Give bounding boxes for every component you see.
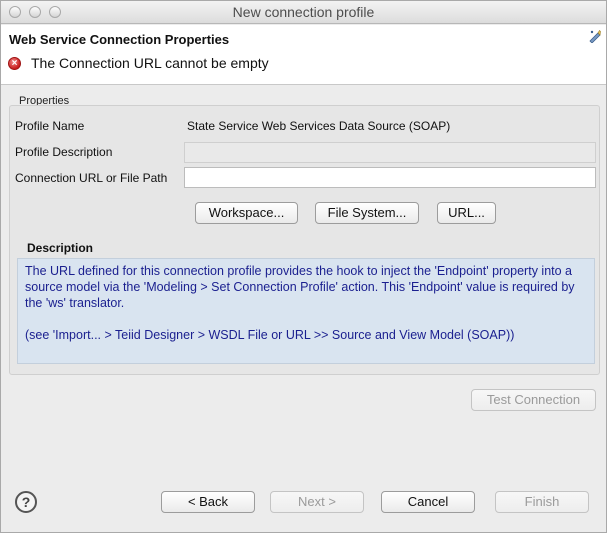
profile-description-input — [185, 143, 595, 162]
profile-description-field — [184, 142, 596, 163]
cancel-button[interactable]: Cancel — [381, 491, 475, 513]
connection-url-field[interactable] — [184, 167, 596, 188]
file-system-button[interactable]: File System... — [315, 202, 419, 224]
help-icon[interactable]: ? — [15, 491, 37, 513]
window-title: New connection profile — [232, 4, 375, 20]
test-connection-button[interactable]: Test Connection — [471, 389, 596, 411]
profile-name-label: Profile Name — [15, 119, 85, 133]
page-title: Web Service Connection Properties — [9, 32, 230, 47]
back-button[interactable]: < Back — [161, 491, 255, 513]
description-reference: (see 'Import... > Teiid Designer > WSDL … — [25, 328, 515, 342]
profile-name-value: State Service Web Services Data Source (… — [187, 119, 451, 133]
workspace-button[interactable]: Workspace... — [195, 202, 298, 224]
description-text: The URL defined for this connection prof… — [25, 264, 575, 310]
connection-url-input[interactable] — [185, 168, 595, 187]
url-button[interactable]: URL... — [437, 202, 496, 224]
description-title: Description — [27, 241, 94, 255]
dialog-window: New connection profile Web Service Conne… — [0, 0, 607, 533]
wizard-banner-icon — [589, 30, 601, 43]
profile-description-label: Profile Description — [15, 145, 113, 159]
description-box: The URL defined for this connection prof… — [17, 258, 595, 364]
wizard-header: Web Service Connection Properties × The … — [1, 25, 606, 85]
connection-url-label: Connection URL or File Path — [15, 171, 168, 185]
error-icon: × — [8, 57, 21, 70]
error-message: The Connection URL cannot be empty — [31, 55, 269, 71]
next-button[interactable]: Next > — [270, 491, 364, 513]
title-bar: New connection profile — [1, 1, 606, 24]
finish-button[interactable]: Finish — [495, 491, 589, 513]
